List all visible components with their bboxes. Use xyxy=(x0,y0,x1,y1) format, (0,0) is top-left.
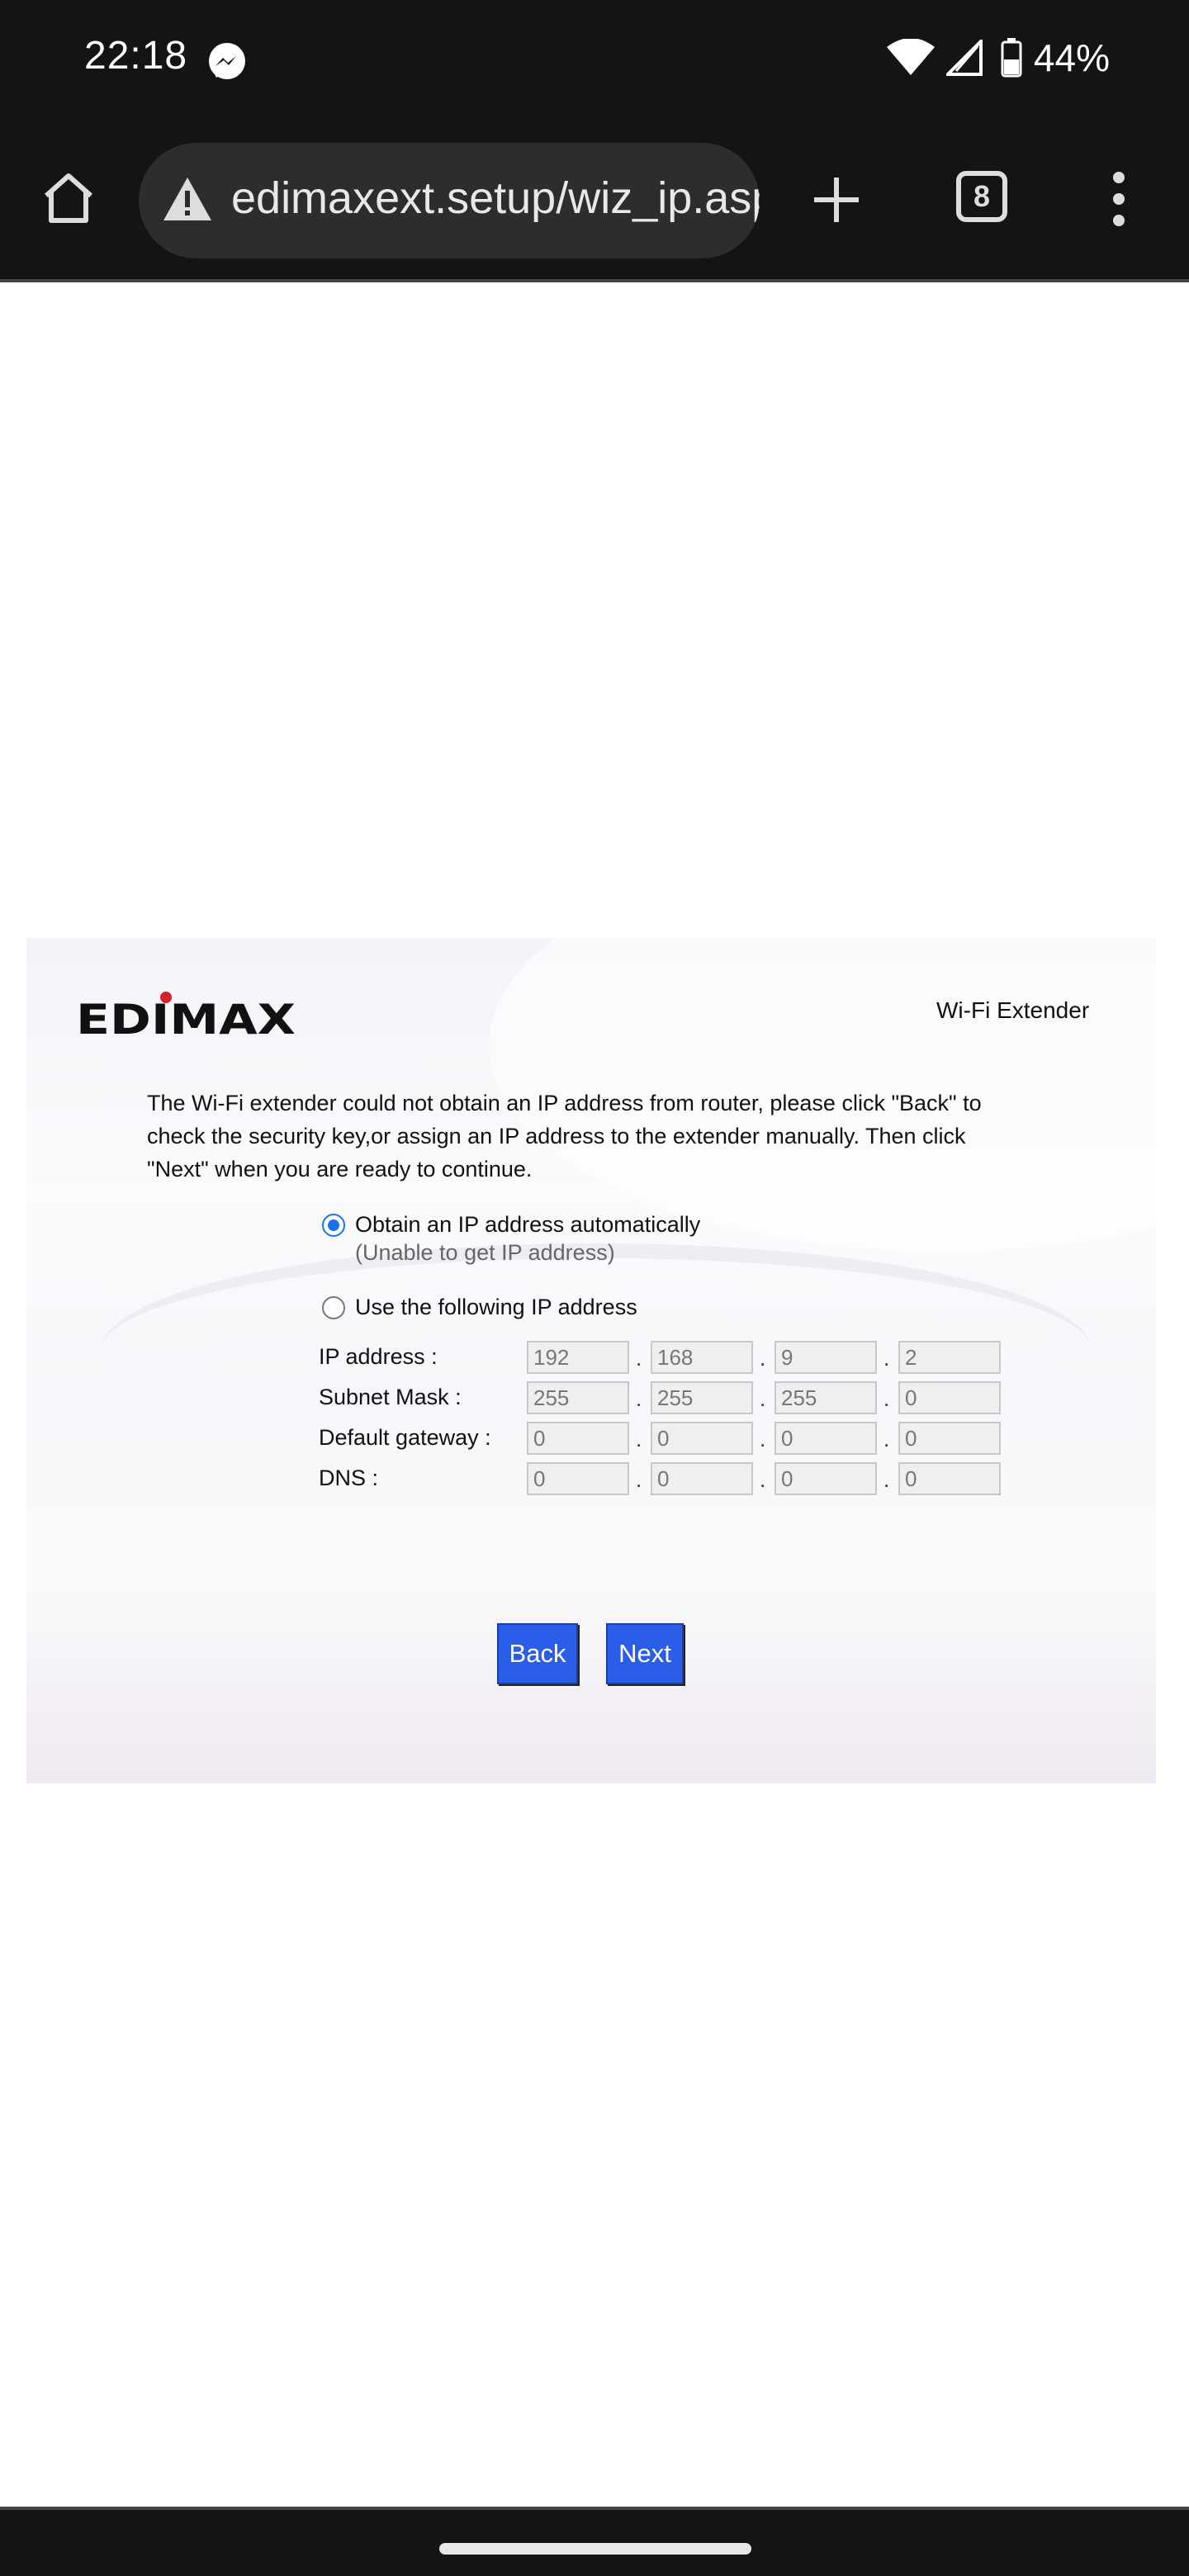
instruction-message: The Wi-Fi extender could not obtain an I… xyxy=(147,1091,982,1181)
ip-address-octet-3[interactable]: 9 xyxy=(775,1341,877,1374)
ip-address-octet-2[interactable]: 168 xyxy=(651,1341,753,1374)
home-gesture-handle[interactable] xyxy=(439,2543,751,2555)
subnet-mask-label: Subnet Mask : xyxy=(319,1385,462,1409)
default-gateway-label: Default gateway : xyxy=(319,1425,491,1450)
dns-octet-3[interactable]: 0 xyxy=(775,1462,877,1495)
default-gateway-octet-3[interactable]: 0 xyxy=(775,1422,877,1455)
url-bar[interactable]: edimaxext.setup/wiz_ip.asp xyxy=(139,143,760,258)
battery-percent: 44% xyxy=(1033,36,1110,79)
messenger-icon xyxy=(209,43,245,79)
obtain-auto-label[interactable]: Obtain an IP address automatically xyxy=(355,1212,700,1238)
subnet-mask-octet-1[interactable]: 255 xyxy=(527,1381,629,1414)
octet-separator: . xyxy=(636,1346,642,1371)
default-gateway-octet-1[interactable]: 0 xyxy=(527,1422,629,1455)
octet-separator: . xyxy=(883,1386,890,1411)
ip-address-octet-1[interactable]: 192 xyxy=(527,1341,629,1374)
dns-label: DNS : xyxy=(319,1466,379,1490)
edimax-logo: EDIMAX xyxy=(76,992,296,1037)
setup-panel: EDIMAX Wi-Fi Extender The Wi-Fi extender… xyxy=(26,938,1156,1783)
browser-toolbar: edimaxext.setup/wiz_ip.asp 8 xyxy=(0,120,1189,282)
wifi-icon xyxy=(886,39,935,75)
octet-separator: . xyxy=(760,1427,766,1451)
status-time: 22:18 xyxy=(84,34,188,78)
warning-icon[interactable] xyxy=(162,176,213,222)
dns-octet-1[interactable]: 0 xyxy=(527,1462,629,1495)
default-gateway-octet-2[interactable]: 0 xyxy=(651,1422,753,1455)
octet-separator: . xyxy=(760,1467,766,1492)
subnet-mask-octet-4[interactable]: 0 xyxy=(898,1381,1001,1414)
ip-address-octet-4[interactable]: 2 xyxy=(898,1341,1001,1374)
use-manual-radio[interactable] xyxy=(322,1296,345,1319)
octet-separator: . xyxy=(760,1386,766,1411)
octet-separator: . xyxy=(636,1467,642,1492)
subnet-mask-octet-2[interactable]: 255 xyxy=(651,1381,753,1414)
use-manual-label[interactable]: Use the following IP address xyxy=(355,1295,637,1320)
cell-signal-icon xyxy=(945,40,983,76)
octet-separator: . xyxy=(883,1346,890,1371)
octet-separator: . xyxy=(883,1427,890,1451)
tab-switcher-button[interactable]: 8 xyxy=(956,171,1007,222)
back-button[interactable]: Back xyxy=(497,1623,578,1684)
subnet-mask-octet-3[interactable]: 255 xyxy=(775,1381,877,1414)
octet-separator: . xyxy=(883,1467,890,1492)
default-gateway-octet-4[interactable]: 0 xyxy=(898,1422,1001,1455)
dns-octet-2[interactable]: 0 xyxy=(651,1462,753,1495)
octet-separator: . xyxy=(636,1386,642,1411)
product-name: Wi-Fi Extender xyxy=(936,997,1090,1023)
next-button[interactable]: Next xyxy=(606,1623,684,1684)
system-nav-bar xyxy=(0,2507,1189,2576)
octet-separator: . xyxy=(760,1346,766,1371)
new-tab-icon[interactable] xyxy=(811,174,862,225)
obtain-auto-radio[interactable] xyxy=(322,1214,345,1237)
battery-icon xyxy=(1001,38,1022,78)
url-text[interactable]: edimaxext.setup/wiz_ip.asp xyxy=(231,173,760,224)
home-icon[interactable] xyxy=(41,171,96,225)
dns-octet-4[interactable]: 0 xyxy=(898,1462,1001,1495)
status-bar: 22:18 44% xyxy=(0,0,1189,120)
octet-separator: . xyxy=(636,1427,642,1451)
obtain-auto-status: (Unable to get IP address) xyxy=(355,1240,615,1265)
more-menu-icon[interactable] xyxy=(1106,169,1131,229)
ip-address-label: IP address : xyxy=(319,1344,438,1369)
svg-text:EDIMAX: EDIMAX xyxy=(76,996,296,1037)
